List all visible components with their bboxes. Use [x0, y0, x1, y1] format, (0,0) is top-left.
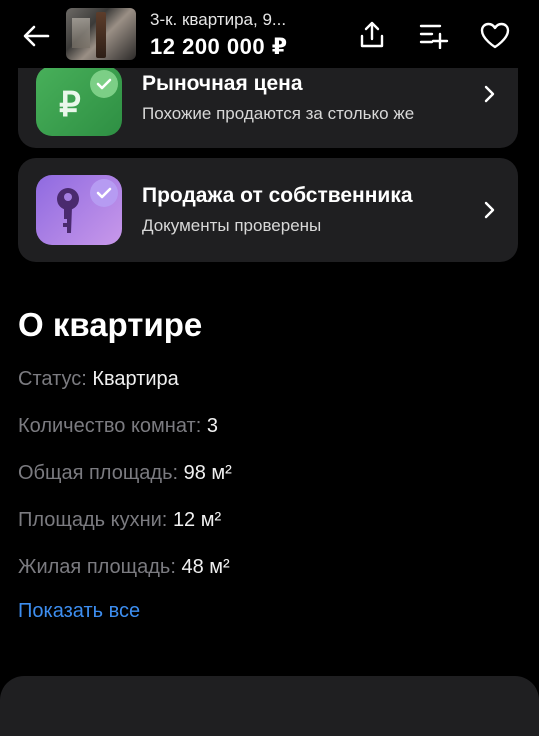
property-row: Площадь кухни: 12 м² — [18, 509, 221, 532]
chevron-right-icon — [484, 84, 498, 104]
property-value: 12 м² — [172, 509, 222, 531]
property-row: Жилая площадь: 48 м² — [18, 556, 230, 579]
card-subtitle: Похожие продаются за столько же — [142, 104, 415, 123]
card-title: Рыночная цена — [142, 72, 303, 95]
list-add-icon — [419, 24, 449, 49]
property-row: Общая площадь: 98 м² — [18, 462, 232, 485]
bottom-panel — [0, 676, 539, 736]
property-key: Общая площадь: — [18, 462, 179, 484]
property-row: Статус: Квартира — [18, 368, 179, 391]
property-row: Количество комнат: 3 — [18, 415, 218, 438]
card-title: Продажа от собственника — [142, 184, 413, 207]
arrow-left-icon — [23, 25, 50, 47]
heart-icon — [480, 22, 510, 49]
ruble-badge-icon: ₽ — [36, 66, 122, 136]
check-icon — [90, 70, 118, 98]
show-all-link[interactable]: Показать все — [18, 600, 140, 623]
property-value: 98 м² — [183, 462, 232, 484]
check-icon — [90, 179, 118, 207]
card-subtitle: Документы проверены — [142, 216, 322, 235]
owner-sale-card[interactable]: Продажа от собственника Документы провер… — [18, 158, 518, 262]
property-value: 48 м² — [181, 556, 230, 578]
section-title: О квартире — [18, 306, 203, 343]
top-bar: 3-к. квартира, 9... 12 200 000 ₽ — [0, 0, 539, 68]
back-button[interactable] — [18, 18, 54, 54]
property-key: Жилая площадь: — [18, 556, 176, 578]
svg-text:₽: ₽ — [59, 86, 81, 124]
share-icon — [360, 21, 384, 48]
key-badge-icon — [36, 175, 122, 245]
property-value: Квартира — [92, 368, 179, 390]
favorite-button[interactable] — [477, 17, 513, 53]
property-key: Количество комнат: — [18, 415, 202, 437]
listing-title: 3-к. квартира, 9... — [150, 10, 287, 29]
property-key: Статус: — [18, 368, 87, 390]
listing-thumbnail[interactable] — [66, 8, 136, 60]
share-button[interactable] — [354, 17, 390, 53]
compare-button[interactable] — [416, 17, 452, 53]
listing-price: 12 200 000 ₽ — [150, 34, 288, 59]
property-key: Площадь кухни: — [18, 509, 168, 531]
chevron-right-icon — [484, 200, 498, 220]
property-value: 3 — [206, 415, 218, 437]
